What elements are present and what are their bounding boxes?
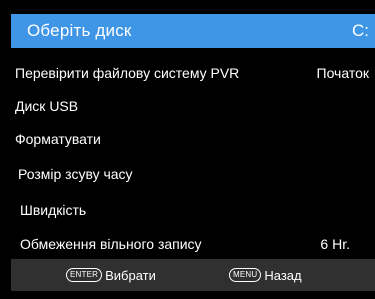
menu-item-value: 6 Hr. — [320, 236, 350, 252]
menu-item-timeshift-size[interactable]: Розмір зсуву часу — [0, 159, 375, 189]
selected-disk-title: Оберіть диск — [27, 21, 132, 40]
footer-hints: ENTER Вибрати MENU Назад — [11, 259, 375, 291]
enter-key-icon: ENTER — [66, 268, 103, 282]
select-hint: ENTER Вибрати — [66, 267, 156, 283]
menu-item-label: Розмір зсуву часу — [18, 166, 133, 182]
menu-key-icon: MENU — [229, 268, 262, 282]
select-label: Вибрати — [105, 267, 156, 283]
menu-item-free-record-limit[interactable]: Обмеження вільного запису 6 Hr. — [0, 229, 375, 259]
menu-item-label: Обмеження вільного запису — [20, 236, 202, 252]
menu-item-label: Швидкість — [20, 202, 87, 218]
menu-item-speed[interactable]: Швидкість — [0, 195, 375, 225]
menu-item-check-filesystem[interactable]: Перевірити файлову систему PVR Початок — [0, 58, 375, 88]
menu-item-label: Форматувати — [15, 131, 101, 147]
back-label: Назад — [264, 267, 302, 283]
settings-menu: Перевірити файлову систему PVR Початок Д… — [0, 48, 375, 259]
menu-item-label: Диск USB — [15, 98, 79, 114]
selected-disk-row[interactable]: Оберіть диск C: — [11, 14, 375, 48]
selected-disk-value: C: — [352, 21, 369, 40]
menu-item-format[interactable]: Форматувати — [0, 124, 375, 154]
menu-item-usb-disk[interactable]: Диск USB — [0, 91, 375, 121]
disk-select-screen: Оберіть диск C: Перевірити файлову систе… — [0, 0, 375, 299]
menu-item-label: Перевірити файлову систему PVR — [15, 65, 240, 81]
back-hint: MENU Назад — [229, 267, 302, 283]
menu-item-value: Початок — [316, 65, 369, 81]
